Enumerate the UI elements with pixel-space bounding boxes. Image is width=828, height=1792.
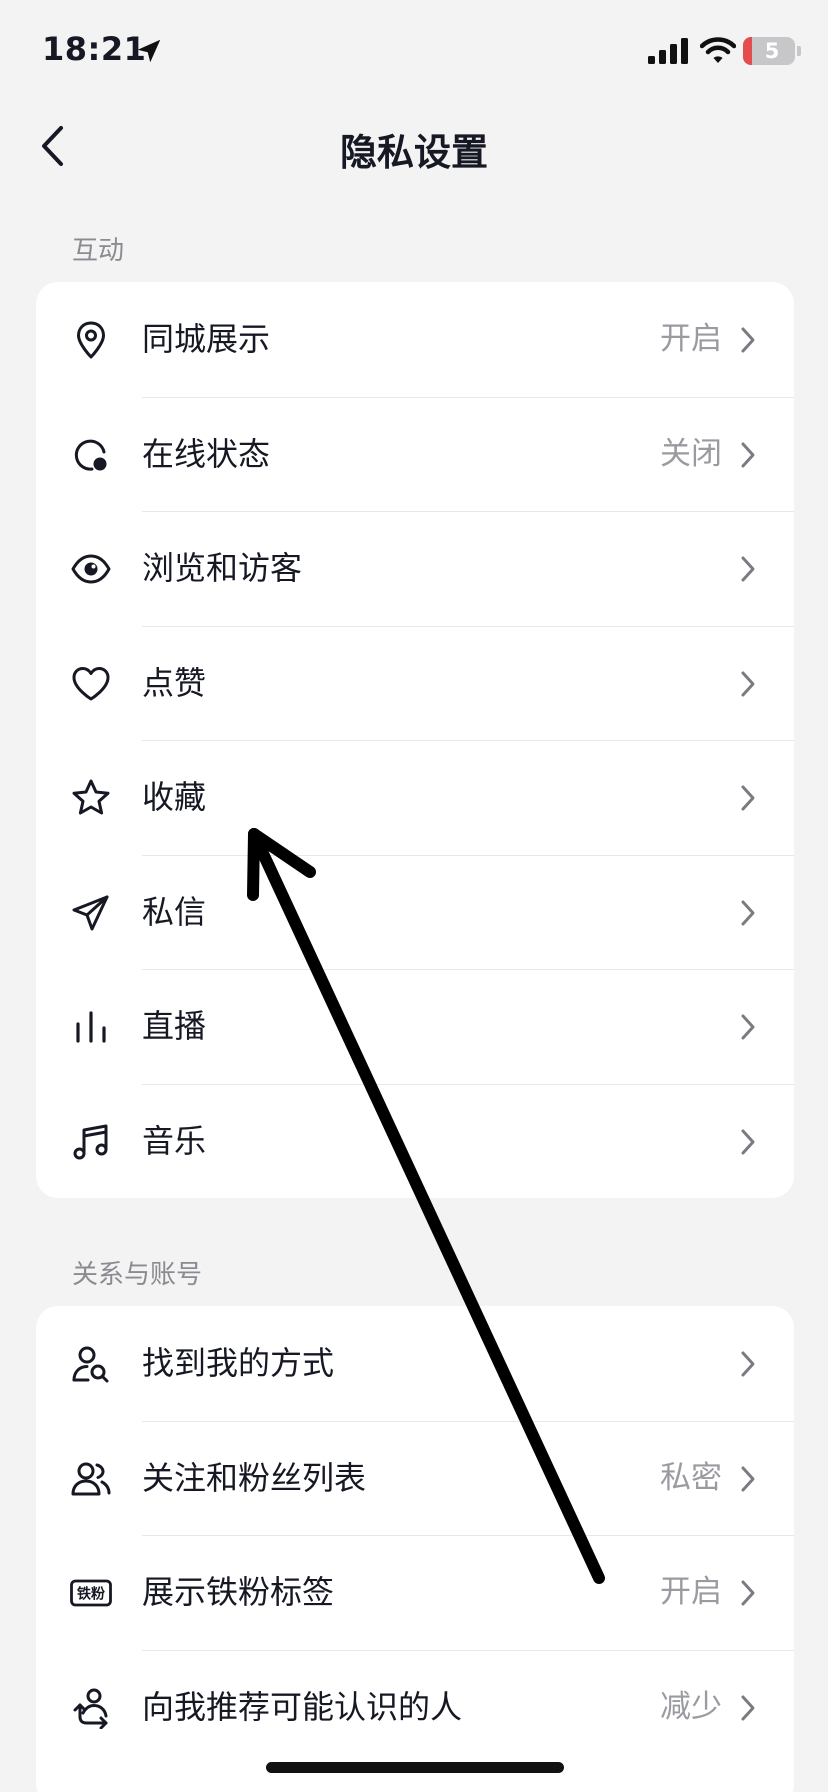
paper-plane-icon [72,895,109,930]
row-label: 关注和粉丝列表 [142,1458,367,1497]
chevron-right-icon [741,900,755,925]
home-indicator[interactable] [266,1762,564,1773]
wifi-icon [700,37,736,63]
settings-row-live[interactable]: 直播 [36,969,794,1084]
heart-icon [72,666,110,700]
settings-row-find-me[interactable]: 找到我的方式 [36,1306,794,1421]
row-label: 收藏 [142,778,207,816]
row-label: 点赞 [142,663,207,702]
page-title: 隐私设置 [340,131,488,174]
row-label: 私信 [142,892,207,931]
battery-level [743,37,752,65]
cellular-signal-icon [648,38,688,64]
navigation-bar: 隐私设置 [0,100,828,192]
settings-row-direct-messages[interactable]: 私信 [36,854,794,970]
chevron-right-icon [741,327,755,353]
row-label: 在线状态 [142,434,271,473]
chevron-right-icon [741,1129,755,1154]
user-search-icon [72,1346,109,1383]
location-pin-icon [77,321,105,359]
settings-row-browse-visitors[interactable]: 浏览和访客 [36,511,794,626]
chevron-right-icon [741,556,755,582]
online-status-icon [74,439,107,471]
recommend-people-icon [73,1688,108,1729]
location-arrow-icon [137,39,161,63]
row-value: 开启 [660,321,722,357]
settings-row-online-status[interactable]: 在线状态 关闭 [36,396,794,512]
live-bars-icon [76,1011,106,1043]
chevron-right-icon [741,1014,755,1040]
chevron-right-icon [741,1466,755,1491]
battery-icon: 5 [743,37,795,65]
chevron-right-icon [741,1351,755,1377]
chevron-right-icon [741,1695,755,1720]
row-label: 直播 [142,1007,207,1045]
status-bar: 18:21 5 [0,0,828,100]
battery-nub [797,46,801,56]
row-label: 浏览和访客 [142,549,303,587]
settings-card-relationships: 找到我的方式 关注和粉丝列表 私密 铁粉 展示铁粉标签 开启 向我推荐可能认识的… [36,1306,794,1792]
battery-percentage: 5 [764,39,780,63]
status-time: 18:21 [42,30,147,68]
chevron-right-icon [741,442,755,467]
settings-row-following-followers[interactable]: 关注和粉丝列表 私密 [36,1420,794,1536]
eye-icon [71,554,111,584]
badge-text: 铁粉 [77,1586,105,1603]
settings-row-favorites[interactable]: 收藏 [36,740,794,855]
row-label: 展示铁粉标签 [142,1573,335,1611]
settings-row-iron-fan-badge[interactable]: 铁粉 展示铁粉标签 开启 [36,1535,794,1650]
iron-fan-badge-icon: 铁粉 [70,1579,112,1607]
chevron-right-icon [741,671,755,696]
settings-row-nearby-display[interactable]: 同城展示 开启 [36,282,794,397]
settings-row-likes[interactable]: 点赞 [36,625,794,741]
row-label: 向我推荐可能认识的人 [142,1687,463,1726]
chevron-right-icon [741,1580,755,1606]
row-label: 音乐 [142,1121,207,1160]
row-value: 关闭 [660,435,722,472]
row-label: 同城展示 [142,320,271,358]
section-label-relationships: 关系与账号 [72,1260,203,1290]
settings-row-music[interactable]: 音乐 [36,1083,794,1199]
settings-card-interaction: 同城展示 开启 在线状态 关闭 浏览和访客 点赞 收藏 私信 直播 音乐 [36,282,794,1198]
section-label-interaction: 互动 [72,236,125,266]
row-value: 减少 [660,1688,722,1725]
music-note-icon [73,1124,108,1159]
row-value: 私密 [660,1459,722,1496]
settings-row-recommend-people[interactable]: 向我推荐可能认识的人 减少 [36,1649,794,1765]
chevron-right-icon [741,785,755,811]
star-icon [72,779,110,815]
users-icon [71,1462,111,1495]
row-label: 找到我的方式 [142,1344,335,1382]
row-value: 开启 [660,1574,722,1610]
